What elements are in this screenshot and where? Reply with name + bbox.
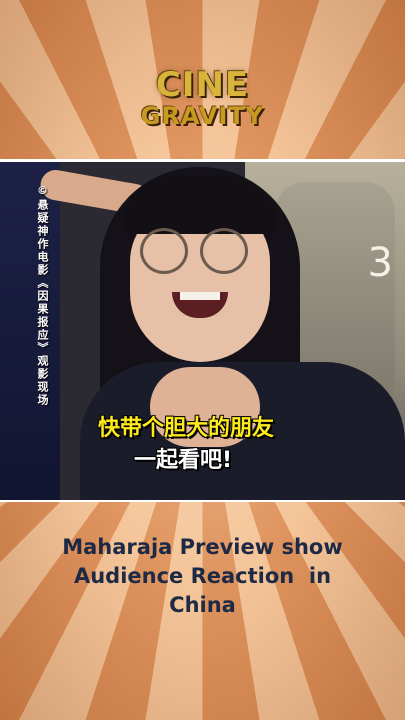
logo-line-1: CINE (155, 65, 250, 105)
logo-line-2: GRAVITY (140, 102, 265, 130)
glasses-right-lens (200, 228, 248, 274)
caption-line-3: China (169, 593, 236, 617)
video-frame: 3 ©悬疑神作电影《因果报应》观影现场 快带个胆大的朋友 一起看吧! (0, 159, 405, 502)
glasses-left-lens (140, 228, 188, 274)
subtitle-line-1: 快带个胆大的朋友 (98, 416, 275, 441)
caption-text: Maharaja Preview show Audience Reaction … (20, 533, 385, 620)
vertical-caption: ©悬疑神作电影《因果报应》观影现场 (36, 184, 49, 407)
subtitle-line-2: 一起看吧! (134, 448, 233, 473)
seat-number: 3 (367, 240, 393, 286)
teeth (180, 292, 220, 300)
cine-gravity-logo: CINE GRAVITY (0, 68, 405, 128)
dark-left-panel (0, 162, 60, 500)
caption-line-2: Audience Reaction in (73, 564, 332, 588)
video-still[interactable]: 3 ©悬疑神作电影《因果报应》观影现场 快带个胆大的朋友 一起看吧! (0, 162, 405, 500)
caption-line-1: Maharaja Preview show (62, 535, 343, 559)
bangs (122, 176, 278, 234)
